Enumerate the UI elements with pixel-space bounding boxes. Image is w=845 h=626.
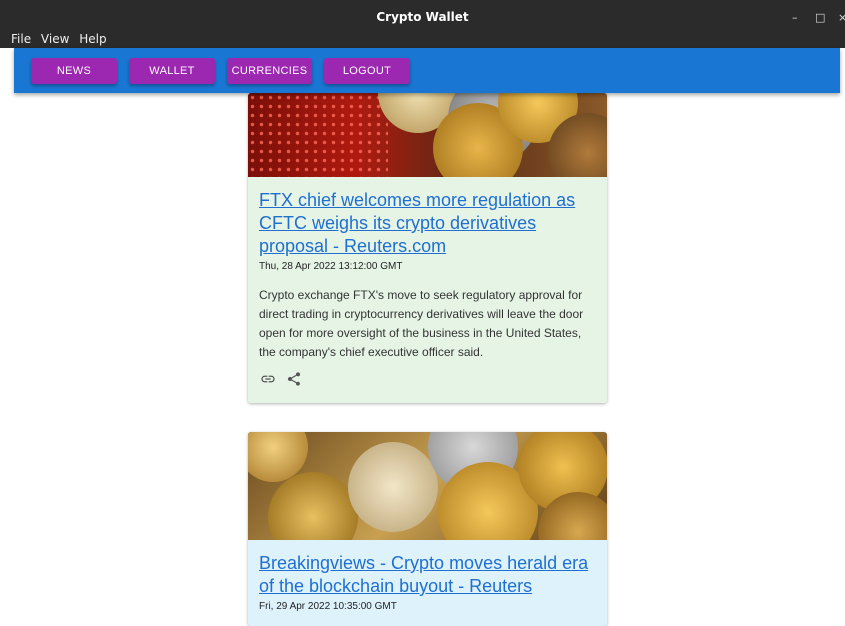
- article-image: [248, 93, 607, 177]
- article-date: Thu, 28 Apr 2022 13:12:00 GMT: [259, 261, 403, 272]
- article-date: Fri, 29 Apr 2022 10:35:00 GMT: [259, 601, 397, 612]
- menu-bar: File View Help: [11, 32, 113, 46]
- menu-view[interactable]: View: [41, 32, 69, 46]
- share-icon[interactable]: [286, 371, 302, 392]
- article-description: Crypto exchange FTX's move to seek regul…: [259, 288, 584, 359]
- window-titlebar: Crypto Wallet – □ × File View Help: [0, 0, 845, 48]
- maximize-icon[interactable]: □: [815, 11, 825, 24]
- menu-help[interactable]: Help: [79, 32, 106, 46]
- menu-file[interactable]: File: [11, 32, 31, 46]
- card-actions: [260, 371, 302, 392]
- logout-button[interactable]: LOGOUT: [324, 58, 410, 84]
- close-icon[interactable]: ×: [838, 11, 845, 24]
- link-icon[interactable]: [260, 371, 276, 392]
- article-title-link[interactable]: Breakingviews - Crypto moves herald era …: [259, 552, 596, 598]
- app-bar: NEWS WALLET CURRENCIES LOGOUT: [14, 48, 840, 93]
- window-title: Crypto Wallet: [376, 10, 469, 24]
- news-card: FTX chief welcomes more regulation as CF…: [248, 93, 607, 403]
- news-button[interactable]: NEWS: [31, 58, 117, 84]
- minimize-icon[interactable]: –: [792, 11, 798, 24]
- currencies-button[interactable]: CURRENCIES: [227, 58, 312, 84]
- wallet-button[interactable]: WALLET: [129, 58, 215, 84]
- article-image: [248, 432, 607, 540]
- news-card: Breakingviews - Crypto moves herald era …: [248, 432, 607, 626]
- article-title-link[interactable]: FTX chief welcomes more regulation as CF…: [259, 189, 596, 258]
- news-feed[interactable]: FTX chief welcomes more regulation as CF…: [0, 93, 845, 626]
